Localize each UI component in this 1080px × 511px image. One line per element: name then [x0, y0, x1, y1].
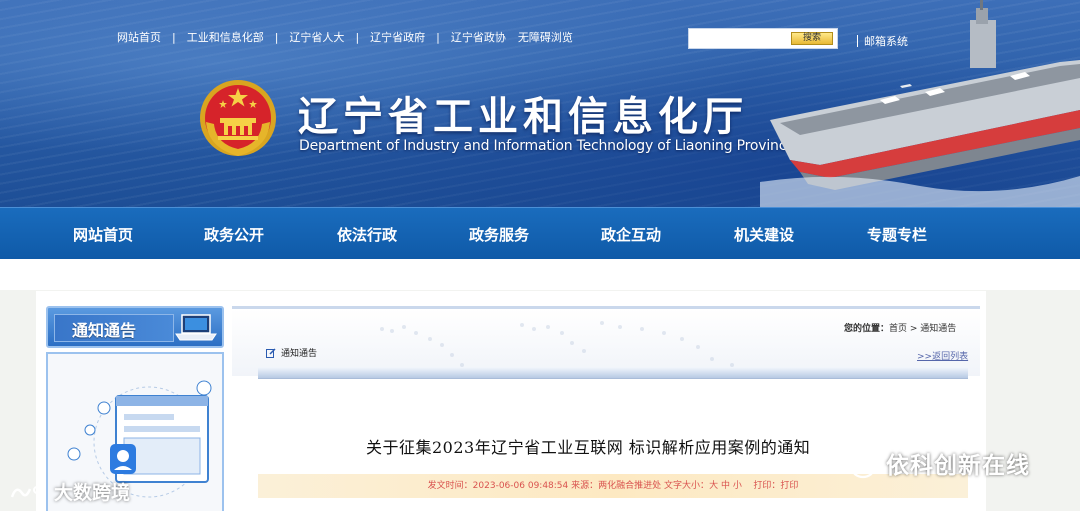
top-link-gov[interactable]: 辽宁省政府	[370, 29, 425, 45]
meta-fontsize-label: 文字大小：	[664, 481, 710, 491]
section-divider	[258, 367, 968, 379]
nav-item-organization[interactable]: 机关建设	[734, 224, 794, 245]
sidebar-heading-label: 通知通告	[72, 321, 137, 340]
section-title-label: 通知通告	[281, 349, 318, 359]
national-emblem-icon	[200, 80, 276, 156]
nav-item-special-topics[interactable]: 专题专栏	[867, 224, 927, 245]
separator: |	[172, 30, 176, 44]
nav-item-gov-affairs[interactable]: 政务公开	[204, 224, 264, 245]
top-link-accessibility[interactable]: 无障碍浏览	[518, 29, 573, 45]
top-link-npc[interactable]: 辽宁省人大	[289, 29, 344, 45]
wechat-icon	[836, 447, 876, 479]
separator: |	[274, 30, 279, 44]
header-banner: 网站首页 | 工业和信息化部 | 辽宁省人大 | 辽宁省政府 | 辽宁省政协 无…	[0, 0, 1080, 207]
nav-item-interaction[interactable]: 政企互动	[601, 224, 661, 245]
meta-print-label: 打印：	[753, 481, 781, 491]
site-title-cn: 辽宁省工业和信息化厅	[298, 94, 748, 140]
separator: |	[436, 30, 440, 44]
site-title-en: Department of Industry and Information T…	[299, 138, 795, 154]
breadcrumb: 您的位置：首页 > 通知通告	[844, 321, 956, 334]
watermark-right-text: 依科创新在线	[886, 453, 1030, 479]
watermark-left: 大数跨境	[8, 478, 130, 505]
article-title: 关于征集2023年辽宁省工业互联网 标识解析应用案例的通知	[366, 438, 811, 457]
meta-source: 两化融合推进处	[598, 481, 662, 491]
edit-icon	[266, 347, 276, 358]
breadcrumb-path[interactable]: 首页 > 通知通告	[889, 324, 956, 334]
font-size-small[interactable]: 小	[733, 481, 742, 491]
watermark-left-text: 大数跨境	[54, 482, 131, 504]
top-link-cppcc[interactable]: 辽宁省政协	[451, 29, 506, 45]
font-size-large[interactable]: 大	[709, 481, 718, 491]
meta-date-label: 发文时间：	[427, 481, 473, 491]
aircraft-carrier-image	[760, 0, 1080, 207]
main-panel: 您的位置：首页 > 通知通告 通知通告 >>返回列表 关于征集2023年辽宁省工…	[232, 306, 980, 511]
gap	[0, 259, 1080, 290]
panel-header: 您的位置：首页 > 通知通告 通知通告 >>返回列表	[232, 306, 980, 376]
print-link[interactable]: 打印	[780, 481, 798, 491]
laptop-icon	[175, 314, 217, 341]
nav-item-home[interactable]: 网站首页	[73, 224, 133, 245]
sidebar-heading[interactable]: 通知通告	[46, 306, 224, 348]
breadcrumb-label: 您的位置：	[844, 324, 890, 334]
main-navigation: 网站首页 政务公开 依法行政 政务服务 政企互动 机关建设 专题专栏	[0, 207, 1080, 259]
top-link-home[interactable]: 网站首页	[117, 29, 161, 45]
nav-item-law[interactable]: 依法行政	[337, 224, 397, 245]
meta-date: 2023-06-06 09:48:54	[472, 481, 569, 491]
meta-source-label: 来源：	[571, 481, 599, 491]
back-to-list-link[interactable]: >>返回列表	[917, 349, 968, 362]
nav-item-services[interactable]: 政务服务	[469, 224, 529, 245]
separator: |	[355, 30, 360, 44]
watermark-right: 依科创新在线	[836, 446, 1030, 480]
section-title: 通知通告	[266, 346, 317, 359]
top-links: 网站首页 | 工业和信息化部 | 辽宁省人大 | 辽宁省政府 | 辽宁省政协 无…	[117, 29, 573, 45]
font-size-medium[interactable]: 中	[721, 481, 730, 491]
top-link-miit[interactable]: 工业和信息化部	[187, 29, 264, 45]
watermark-logo-icon	[10, 485, 46, 497]
